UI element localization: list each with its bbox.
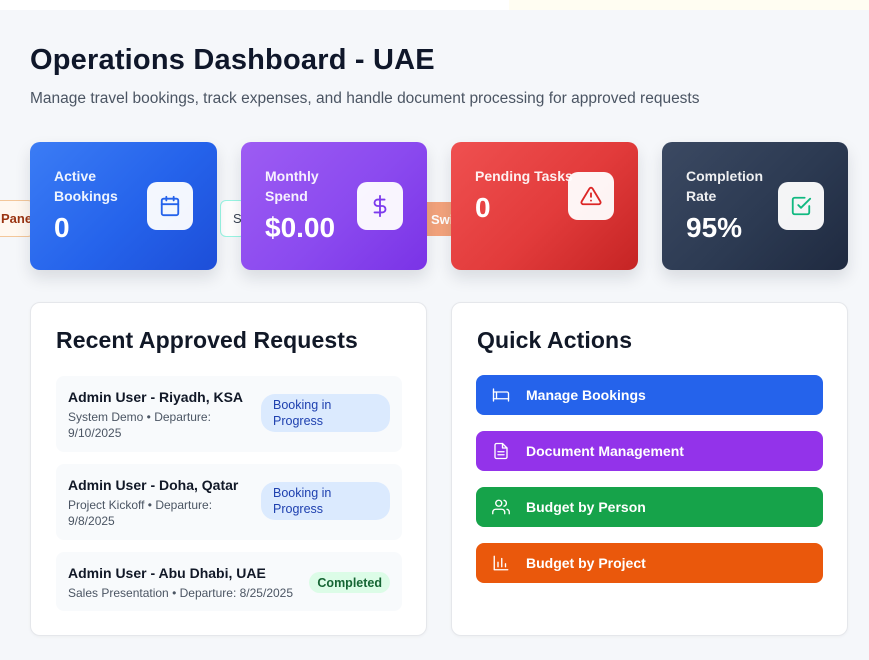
check-square-icon: [778, 182, 824, 230]
request-item[interactable]: Admin User - Doha, Qatar Project Kickoff…: [56, 464, 402, 540]
button-label: Budget by Project: [526, 555, 646, 571]
bed-icon: [492, 386, 510, 404]
status-badge: Completed: [309, 572, 390, 593]
button-label: Budget by Person: [526, 499, 646, 515]
page-subtitle: Manage travel bookings, track expenses, …: [30, 90, 700, 107]
page-title: Operations Dashboard - UAE: [30, 44, 435, 76]
budget-by-person-button[interactable]: Budget by Person: [476, 487, 823, 527]
quick-actions-panel: Quick Actions Manage Bookings Document M…: [451, 302, 848, 636]
recent-requests-panel: Recent Approved Requests Admin User - Ri…: [30, 302, 427, 636]
request-detail: Sales Presentation • Departure: 8/25/202…: [68, 586, 294, 600]
request-detail: System Demo • Departure: 9/10/2025: [68, 410, 211, 440]
stat-card-monthly-spend: Monthly Spend $0.00: [241, 142, 427, 270]
users-icon: [492, 498, 510, 516]
manage-bookings-button[interactable]: Manage Bookings: [476, 375, 823, 415]
top-strip-glow: [509, 0, 869, 10]
bar-chart-icon: [492, 554, 510, 572]
document-icon: [492, 442, 510, 460]
stat-label: Active Bookings: [54, 168, 118, 204]
dollar-icon: [357, 182, 403, 230]
button-label: Manage Bookings: [526, 387, 646, 403]
stat-label: Pending Tasks: [475, 168, 573, 184]
status-badge: Booking in Progress: [261, 482, 390, 520]
stat-label: Completion Rate: [686, 168, 763, 204]
page-header: Operations Dashboard - UAE Manage travel…: [30, 44, 700, 108]
stat-card-pending-tasks: Pending Tasks 0: [451, 142, 638, 270]
top-strip: [0, 0, 869, 10]
panel-title: Recent Approved Requests: [56, 327, 358, 353]
stat-card-active-bookings: Active Bookings 0: [30, 142, 217, 270]
alert-triangle-icon: [568, 172, 614, 220]
status-badge: Booking in Progress: [261, 394, 390, 432]
stat-label: Monthly Spend: [265, 168, 319, 204]
button-label: Document Management: [526, 443, 684, 459]
hidden-tab-panel[interactable]: Pane: [0, 200, 34, 237]
request-item[interactable]: Admin User - Riyadh, KSA System Demo • D…: [56, 376, 402, 452]
calendar-icon: [147, 182, 193, 230]
request-detail: Project Kickoff • Departure: 9/8/2025: [68, 498, 213, 528]
request-item[interactable]: Admin User - Abu Dhabi, UAE Sales Presen…: [56, 552, 402, 611]
document-management-button[interactable]: Document Management: [476, 431, 823, 471]
panel-title: Quick Actions: [477, 327, 633, 353]
stat-card-completion-rate: Completion Rate 95%: [662, 142, 848, 270]
budget-by-project-button[interactable]: Budget by Project: [476, 543, 823, 583]
